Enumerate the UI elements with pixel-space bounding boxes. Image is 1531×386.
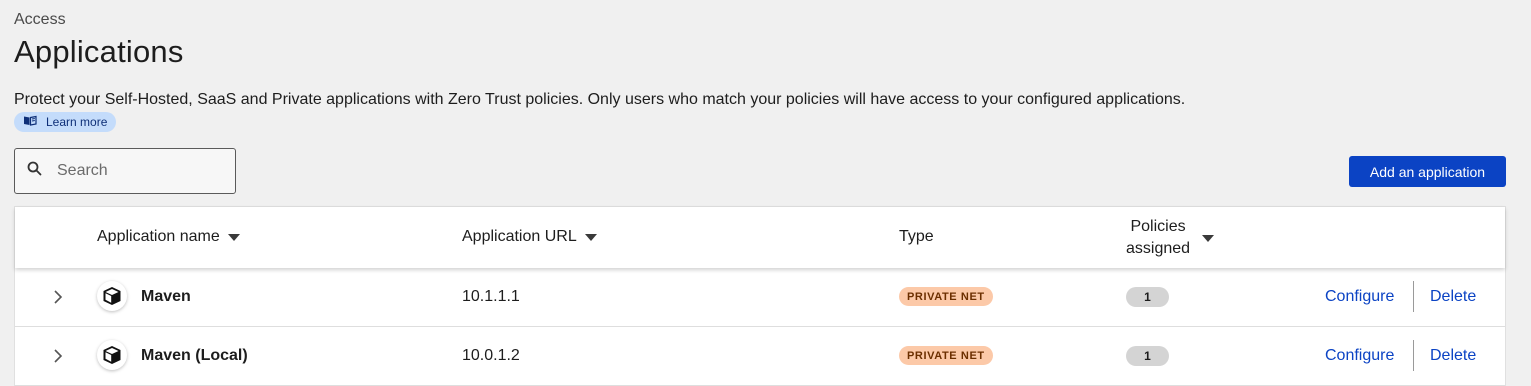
application-url: 10.1.1.1 bbox=[462, 288, 520, 305]
book-icon bbox=[23, 115, 46, 129]
application-url: 10.0.1.2 bbox=[462, 347, 520, 364]
table-row: Maven (Local) 10.0.1.2 PRIVATE NET 1 Con… bbox=[15, 327, 1505, 386]
learn-more-link[interactable]: Learn more bbox=[14, 112, 116, 132]
column-type: Type bbox=[899, 228, 934, 246]
delete-link[interactable]: Delete bbox=[1430, 288, 1476, 306]
action-divider bbox=[1413, 281, 1414, 312]
type-badge: PRIVATE NET bbox=[899, 287, 993, 306]
application-name[interactable]: Maven bbox=[141, 288, 191, 306]
type-badge: PRIVATE NET bbox=[899, 346, 993, 365]
caret-down-icon bbox=[584, 233, 597, 241]
chevron-right-icon[interactable] bbox=[53, 348, 63, 369]
policies-count-badge: 1 bbox=[1126, 287, 1169, 307]
application-name[interactable]: Maven (Local) bbox=[141, 347, 248, 365]
chevron-right-icon[interactable] bbox=[53, 289, 63, 310]
column-application-url[interactable]: Application URL bbox=[462, 228, 597, 246]
search-icon bbox=[27, 161, 42, 181]
configure-link[interactable]: Configure bbox=[1325, 347, 1394, 365]
column-label: Application URL bbox=[462, 228, 577, 245]
column-label: Type bbox=[899, 228, 934, 245]
delete-link[interactable]: Delete bbox=[1430, 347, 1476, 365]
table-row: Maven 10.1.1.1 PRIVATE NET 1 Configure D… bbox=[15, 268, 1505, 327]
caret-down-icon bbox=[227, 233, 240, 241]
cube-icon bbox=[97, 281, 127, 311]
caret-down-icon bbox=[1202, 234, 1215, 242]
action-divider bbox=[1413, 340, 1414, 371]
breadcrumb[interactable]: Access bbox=[14, 11, 66, 29]
column-policies-assigned[interactable]: Policies assigned bbox=[1126, 216, 1215, 260]
cube-icon bbox=[97, 340, 127, 370]
add-application-button[interactable]: Add an application bbox=[1349, 156, 1506, 187]
page-description: Protect your Self-Hosted, SaaS and Priva… bbox=[14, 91, 1186, 108]
column-application-name[interactable]: Application name bbox=[97, 228, 240, 246]
learn-more-label: Learn more bbox=[46, 115, 108, 129]
column-label: Application name bbox=[97, 228, 220, 245]
page-title: Applications bbox=[14, 34, 184, 69]
search-box[interactable] bbox=[14, 148, 236, 194]
table-header: Application name Application URL Type Po… bbox=[15, 207, 1505, 268]
column-label: Policies assigned bbox=[1126, 216, 1190, 260]
policies-count-badge: 1 bbox=[1126, 346, 1169, 366]
applications-table: Application name Application URL Type Po… bbox=[14, 206, 1506, 386]
column-label-line1: Policies bbox=[1130, 218, 1186, 235]
column-label-line2: assigned bbox=[1126, 240, 1191, 257]
search-input[interactable] bbox=[55, 161, 219, 181]
configure-link[interactable]: Configure bbox=[1325, 288, 1394, 306]
